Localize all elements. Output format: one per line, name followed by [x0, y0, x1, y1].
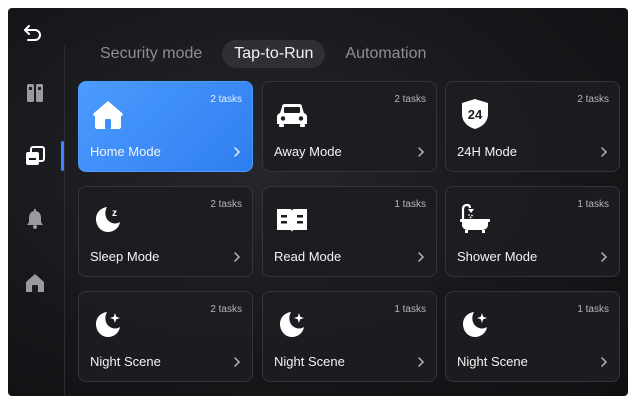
devices-icon [27, 84, 43, 102]
task-count: 1 tasks [577, 304, 609, 315]
moon-z-icon: z [96, 207, 120, 232]
chevron-right-icon [418, 357, 425, 367]
task-count: 2 tasks [210, 304, 242, 315]
moon-star-icon [96, 312, 120, 337]
scene-card-read-mode[interactable]: 1 tasks Read Mode [262, 186, 437, 277]
scene-card-shower-mode[interactable]: 1 tasks Shower Mode [445, 186, 620, 277]
mode-tabs: Security mode Tap-to-Run Automation [88, 38, 446, 70]
chevron-right-icon [601, 252, 608, 262]
moon-star-icon [463, 312, 487, 337]
task-count: 2 tasks [577, 94, 609, 105]
chevron-right-icon [234, 147, 241, 157]
task-count: 2 tasks [210, 94, 242, 105]
scene-name: Sleep Mode [90, 249, 160, 264]
moon-star-icon [280, 312, 304, 337]
scene-name: 24H Mode [457, 144, 517, 159]
task-count: 2 tasks [210, 199, 242, 210]
scene-name: Shower Mode [457, 249, 538, 264]
house-icon [93, 101, 123, 129]
scene-name: Away Mode [274, 144, 342, 159]
book-icon [277, 209, 307, 232]
scene-card-night-scene-2[interactable]: 1 tasks Night Scene [262, 291, 437, 382]
bathtub-icon [460, 203, 490, 233]
scene-card-24h-mode[interactable]: 24 2 tasks 24H Mode [445, 81, 620, 172]
scene-card-night-scene-1[interactable]: 2 tasks Night Scene [78, 291, 253, 382]
task-count: 1 tasks [394, 199, 426, 210]
24h-icon: 24 [462, 99, 488, 129]
task-count: 1 tasks [394, 304, 426, 315]
home-icon [26, 274, 44, 292]
tab-tap-to-run[interactable]: Tap-to-Run [222, 40, 326, 68]
chevron-right-icon [601, 357, 608, 367]
scene-card-home-mode[interactable]: 2 tasks Home Mode [78, 81, 253, 172]
task-count: 1 tasks [577, 199, 609, 210]
scene-card-night-scene-3[interactable]: 1 tasks Night Scene [445, 291, 620, 382]
sidebar-active-indicator [61, 141, 64, 171]
app-frame: Security mode Tap-to-Run Automation 2 ta… [8, 8, 628, 396]
scenes-icon [26, 146, 45, 165]
sidebar-item-home[interactable] [22, 270, 48, 296]
bell-icon [27, 209, 43, 229]
svg-text:24: 24 [468, 107, 483, 122]
task-count: 2 tasks [394, 94, 426, 105]
scene-name: Night Scene [457, 354, 528, 369]
sidebar-item-notifications[interactable] [22, 206, 48, 232]
scene-card-sleep-mode[interactable]: z 2 tasks Sleep Mode [78, 186, 253, 277]
back-arrow-icon [24, 25, 41, 41]
car-icon [277, 104, 307, 127]
scene-name: Read Mode [274, 249, 342, 264]
chevron-right-icon [418, 147, 425, 157]
chevron-right-icon [234, 252, 241, 262]
sidebar-divider [64, 46, 65, 396]
sidebar-item-devices[interactable] [22, 80, 48, 106]
back-button[interactable] [22, 22, 44, 44]
sidebar-item-scenes[interactable] [22, 143, 48, 169]
chevron-right-icon [234, 357, 241, 367]
scene-name: Night Scene [274, 354, 345, 369]
scene-name: Night Scene [90, 354, 161, 369]
chevron-right-icon [601, 147, 608, 157]
tab-security-mode[interactable]: Security mode [88, 40, 214, 68]
svg-text:z: z [112, 208, 117, 219]
tab-automation[interactable]: Automation [333, 40, 438, 68]
scene-name: Home Mode [90, 144, 161, 159]
chevron-right-icon [418, 252, 425, 262]
scene-card-away-mode[interactable]: 2 tasks Away Mode [262, 81, 437, 172]
